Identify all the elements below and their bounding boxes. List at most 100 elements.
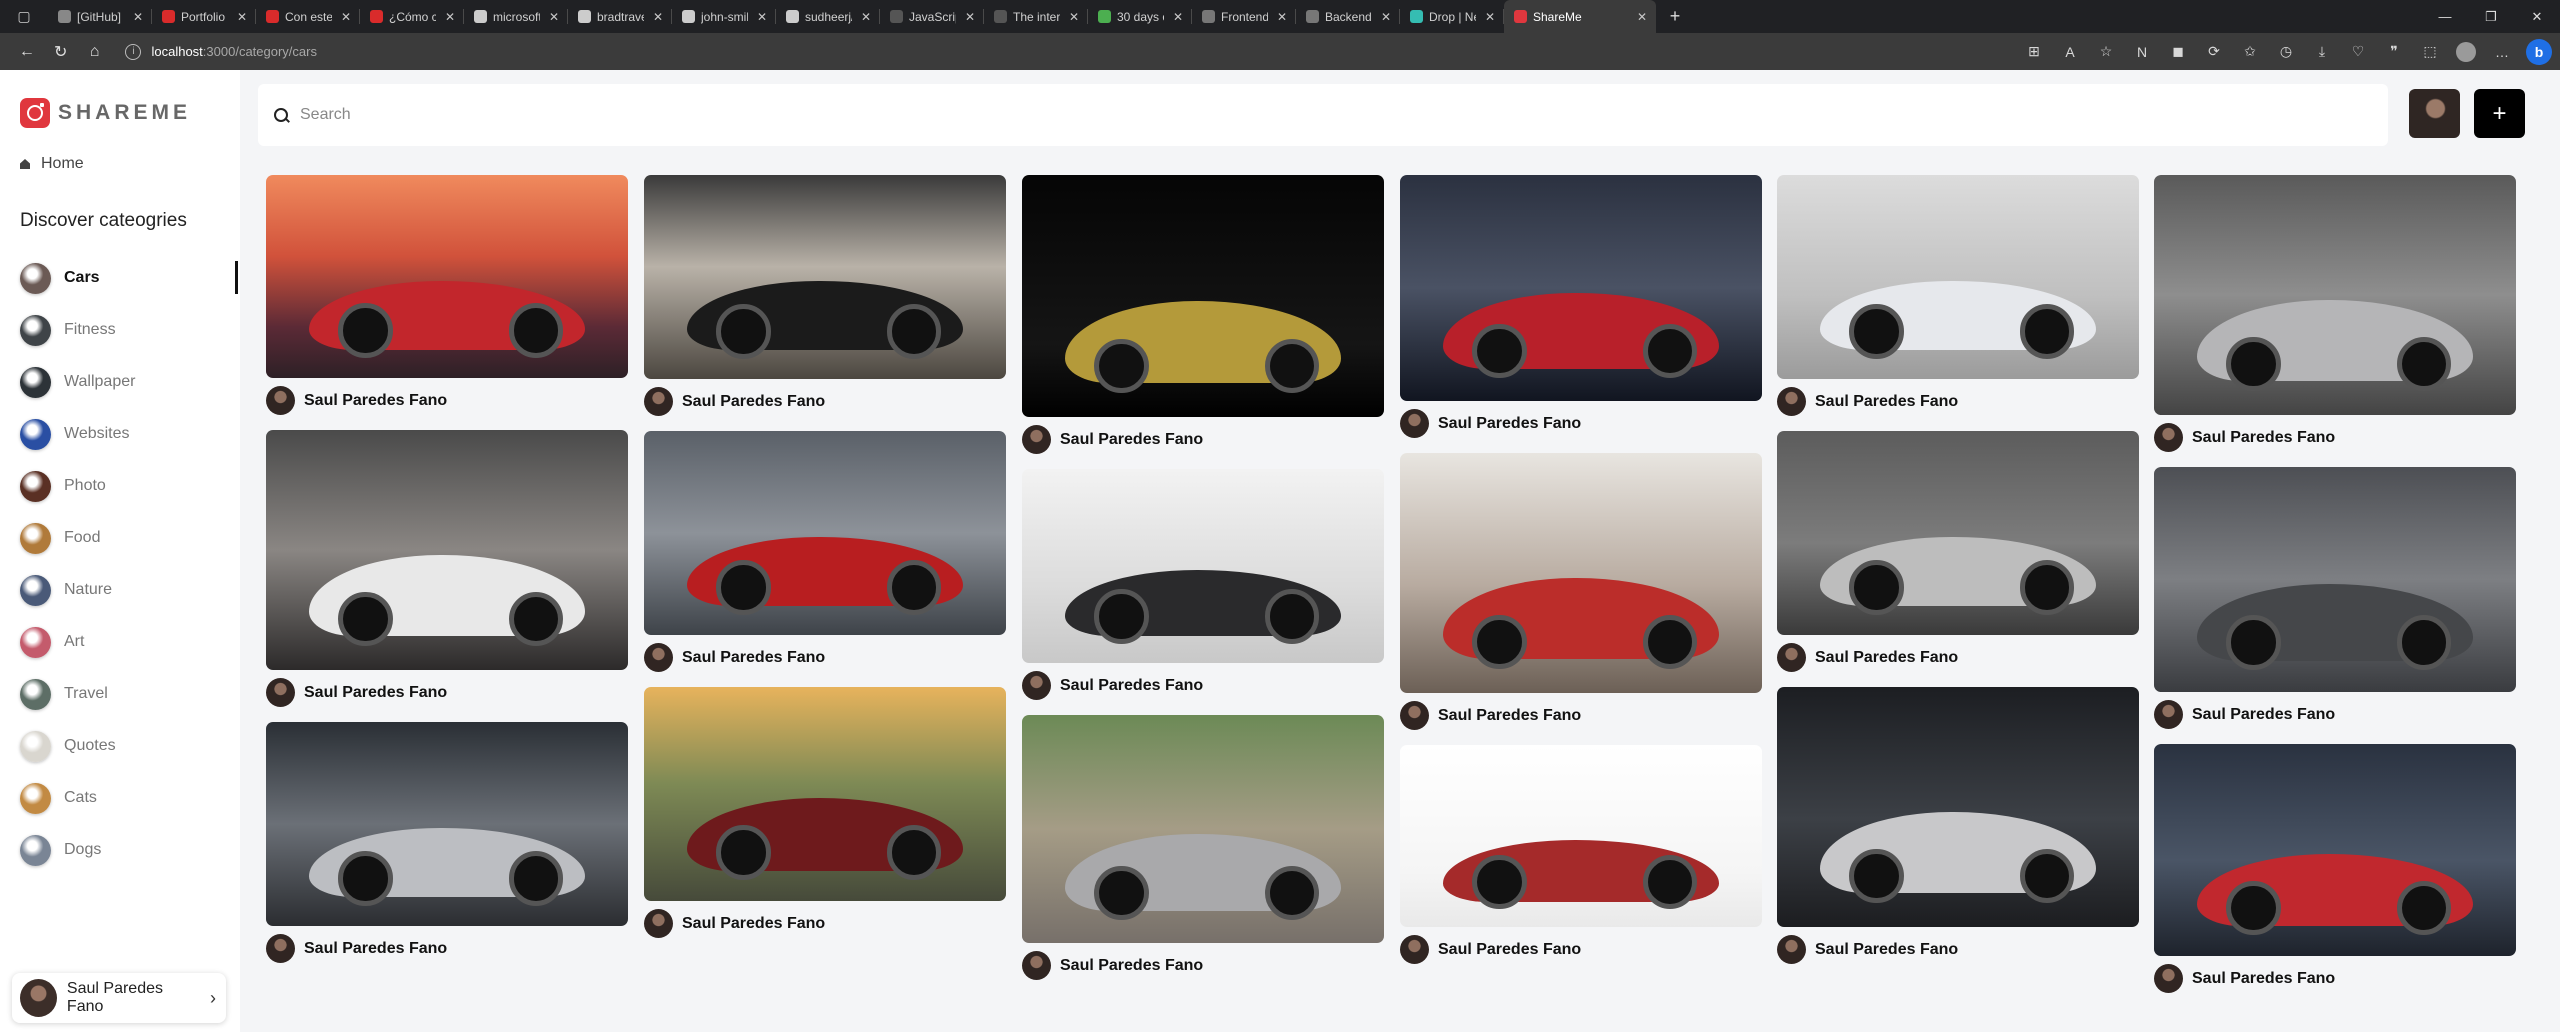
home-icon[interactable]: ⌂ xyxy=(78,33,112,70)
browser-tab[interactable]: 30 days of node ✕ xyxy=(1088,0,1192,33)
tab-close-icon[interactable]: ✕ xyxy=(546,10,562,24)
new-tab-button[interactable]: + xyxy=(1656,0,1694,33)
history-icon[interactable]: ◷ xyxy=(2268,33,2304,70)
browser-tab[interactable]: ¿Cómo construir ✕ xyxy=(360,0,464,33)
pin-author-link[interactable]: Saul Paredes Fano xyxy=(2154,964,2516,993)
browser-tab[interactable]: john-smilga/reac ✕ xyxy=(672,0,776,33)
category-websites[interactable]: Websites xyxy=(0,408,240,460)
pin-card[interactable]: Saul Paredes Fano xyxy=(2154,175,2516,452)
pin-image[interactable] xyxy=(1777,687,2139,927)
pin-card[interactable]: Saul Paredes Fano xyxy=(1400,453,1762,730)
tab-close-icon[interactable]: ✕ xyxy=(1634,10,1650,24)
browser-tab[interactable]: JavaScript 30 — ✕ xyxy=(880,0,984,33)
pin-image[interactable] xyxy=(266,175,628,378)
pin-image[interactable] xyxy=(1400,745,1762,927)
pin-author-link[interactable]: Saul Paredes Fano xyxy=(266,386,628,415)
reload-icon[interactable]: ↻ xyxy=(44,33,78,70)
close-window-icon[interactable]: ✕ xyxy=(2514,0,2560,33)
pin-image[interactable] xyxy=(1400,453,1762,693)
pin-card[interactable]: Saul Paredes Fano xyxy=(1022,715,1384,980)
browser-tab[interactable]: Backend Develop ✕ xyxy=(1296,0,1400,33)
pin-author-link[interactable]: Saul Paredes Fano xyxy=(266,934,628,963)
category-travel[interactable]: Travel xyxy=(0,668,240,720)
category-dogs[interactable]: Dogs xyxy=(0,824,240,876)
minimize-icon[interactable]: — xyxy=(2422,0,2468,33)
favorite-star-icon[interactable]: ☆ xyxy=(2088,33,2124,70)
category-art[interactable]: Art xyxy=(0,616,240,668)
pin-author-link[interactable]: Saul Paredes Fano xyxy=(1777,935,2139,964)
pin-author-link[interactable]: Saul Paredes Fano xyxy=(644,909,1006,938)
pin-image[interactable] xyxy=(2154,744,2516,956)
url-field[interactable]: i localhost:3000/category/cars xyxy=(125,38,2016,65)
home-link[interactable]: Home xyxy=(20,155,84,173)
pin-author-link[interactable]: Saul Paredes Fano xyxy=(644,387,1006,416)
more-menu-icon[interactable]: … xyxy=(2484,33,2520,70)
tab-close-icon[interactable]: ✕ xyxy=(1482,10,1498,24)
pin-image[interactable] xyxy=(1777,431,2139,635)
tab-close-icon[interactable]: ✕ xyxy=(858,10,874,24)
tab-active[interactable]: ShareMe ✕ xyxy=(1504,0,1656,33)
tab-close-icon[interactable]: ✕ xyxy=(1170,10,1186,24)
browser-tab[interactable]: The interactive w ✕ xyxy=(984,0,1088,33)
tab-close-icon[interactable]: ✕ xyxy=(650,10,666,24)
browser-tab[interactable]: Con este curriculu ✕ xyxy=(256,0,360,33)
pin-image[interactable] xyxy=(1022,715,1384,943)
back-icon[interactable]: ← xyxy=(10,33,44,70)
category-cars[interactable]: Cars xyxy=(0,252,240,304)
pin-author-link[interactable]: Saul Paredes Fano xyxy=(266,678,628,707)
pin-image[interactable] xyxy=(1400,175,1762,401)
restore-icon[interactable]: ❐ xyxy=(2468,0,2514,33)
bing-chat-icon[interactable]: b xyxy=(2526,38,2552,65)
extension-red-icon[interactable]: ◼ xyxy=(2160,33,2196,70)
tab-close-icon[interactable]: ✕ xyxy=(234,10,250,24)
tab-actions-icon[interactable]: ▢ xyxy=(0,0,48,33)
pin-card[interactable]: Saul Paredes Fano xyxy=(1777,175,2139,416)
tab-close-icon[interactable]: ✕ xyxy=(338,10,354,24)
pin-card[interactable]: Saul Paredes Fano xyxy=(266,175,628,415)
pin-card[interactable]: Saul Paredes Fano xyxy=(2154,744,2516,993)
site-info-icon[interactable]: i xyxy=(125,43,142,60)
pin-card[interactable]: Saul Paredes Fano xyxy=(1777,687,2139,964)
search-input[interactable] xyxy=(300,106,2100,124)
category-wallpaper[interactable]: Wallpaper xyxy=(0,356,240,408)
app-available-icon[interactable]: ⊞ xyxy=(2016,33,2052,70)
browser-tab[interactable]: bradtraversy/50p ✕ xyxy=(568,0,672,33)
browser-profile-avatar[interactable] xyxy=(2456,41,2476,62)
pin-author-link[interactable]: Saul Paredes Fano xyxy=(2154,423,2516,452)
favorites-icon[interactable]: ✩ xyxy=(2232,33,2268,70)
pin-author-link[interactable]: Saul Paredes Fano xyxy=(1400,409,1762,438)
pin-image[interactable] xyxy=(2154,175,2516,415)
pin-image[interactable] xyxy=(2154,467,2516,692)
category-quotes[interactable]: Quotes xyxy=(0,720,240,772)
pin-author-link[interactable]: Saul Paredes Fano xyxy=(1400,935,1762,964)
tab-close-icon[interactable]: ✕ xyxy=(754,10,770,24)
pin-card[interactable]: Saul Paredes Fano xyxy=(644,175,1006,416)
pin-author-link[interactable]: Saul Paredes Fano xyxy=(644,643,1006,672)
tab-close-icon[interactable]: ✕ xyxy=(1378,10,1394,24)
pin-card[interactable]: Saul Paredes Fano xyxy=(1022,175,1384,454)
extension-refresh-icon[interactable]: ⟳ xyxy=(2196,33,2232,70)
pin-author-link[interactable]: Saul Paredes Fano xyxy=(1022,951,1384,980)
extension-heart-icon[interactable]: ♡ xyxy=(2340,33,2376,70)
extension-n-icon[interactable]: N xyxy=(2124,33,2160,70)
category-photo[interactable]: Photo xyxy=(0,460,240,512)
downloads-icon[interactable]: ⤓ xyxy=(2304,33,2340,70)
category-food[interactable]: Food xyxy=(0,512,240,564)
browser-tab[interactable]: microsoft/Web-D ✕ xyxy=(464,0,568,33)
pin-image[interactable] xyxy=(644,431,1006,635)
pin-image[interactable] xyxy=(266,430,628,670)
user-profile-link[interactable]: Saul Paredes Fano › xyxy=(12,973,226,1023)
create-pin-button[interactable]: + xyxy=(2474,89,2525,138)
pin-card[interactable]: Saul Paredes Fano xyxy=(1400,175,1762,438)
category-fitness[interactable]: Fitness xyxy=(0,304,240,356)
pin-image[interactable] xyxy=(1777,175,2139,379)
pin-card[interactable]: Saul Paredes Fano xyxy=(1777,431,2139,672)
pin-card[interactable]: Saul Paredes Fano xyxy=(2154,467,2516,729)
category-nature[interactable]: Nature xyxy=(0,564,240,616)
browser-tab[interactable]: [GitHub] Please v ✕ xyxy=(48,0,152,33)
browser-tab[interactable]: Drop | Netlify ✕ xyxy=(1400,0,1504,33)
pin-author-link[interactable]: Saul Paredes Fano xyxy=(1022,671,1384,700)
tab-close-icon[interactable]: ✕ xyxy=(962,10,978,24)
read-aloud-icon[interactable]: A xyxy=(2052,33,2088,70)
pin-author-link[interactable]: Saul Paredes Fano xyxy=(1777,643,2139,672)
